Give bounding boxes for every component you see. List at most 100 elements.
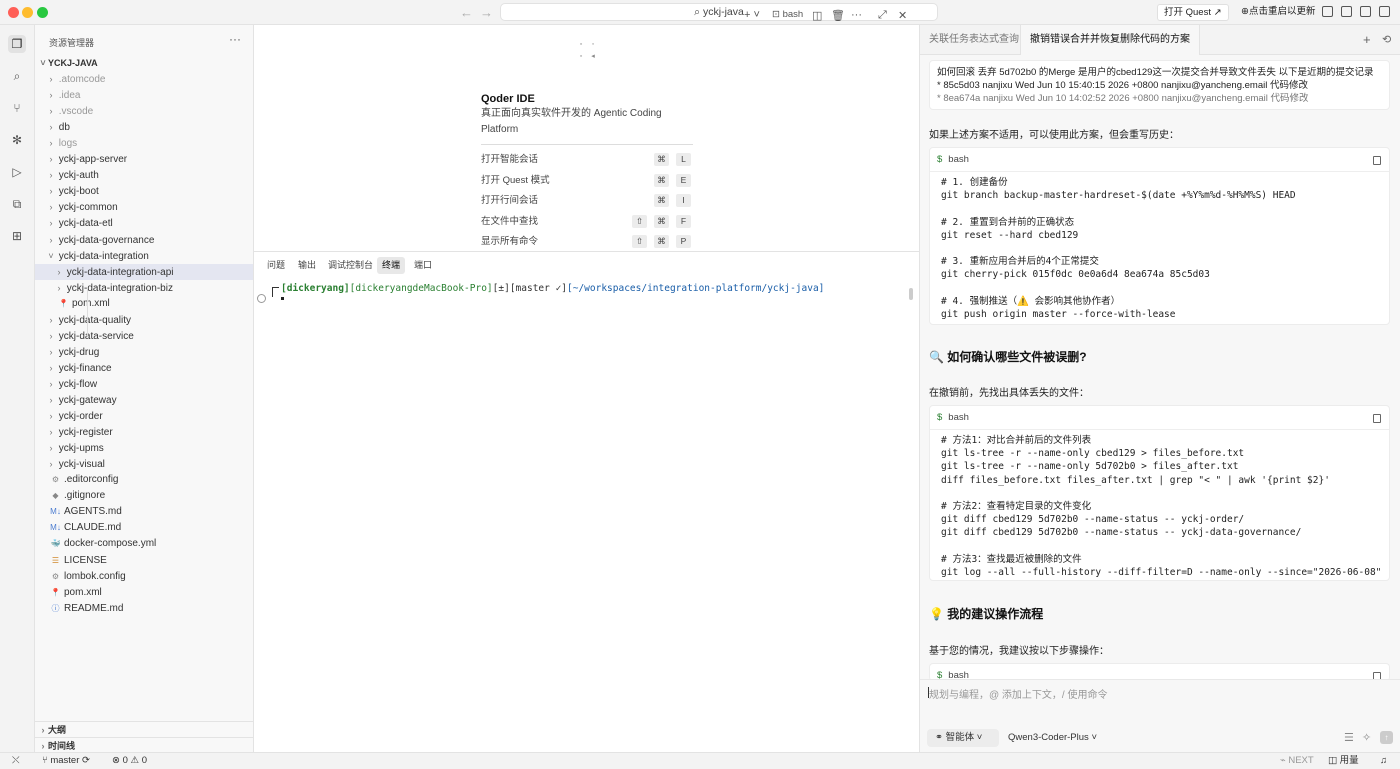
branch-status[interactable]: ⑂ master ⟳: [42, 753, 90, 769]
tree-item[interactable]: › yckj-data-etl: [35, 215, 253, 231]
warning-icon: ⚠: [130, 755, 142, 766]
panel-tab[interactable]: 问题: [262, 257, 290, 274]
search-icon[interactable]: ⌕: [8, 67, 26, 85]
tree-item[interactable]: 📍 pom.xml: [35, 296, 253, 312]
restart-update-button[interactable]: ⊕点击重启以更新: [1235, 4, 1321, 21]
terminal-scrollbar[interactable]: [909, 288, 913, 300]
terminal-prompt[interactable]: [dickeryang][dickeryangdeMacBook-Pro][±]…: [281, 283, 824, 294]
command-center-search[interactable]: ⌕ yckj-java: [500, 3, 938, 21]
tree-item[interactable]: › yckj-register: [35, 424, 253, 440]
welcome-shortcut[interactable]: 打开智能会话 ⌘ L: [481, 153, 693, 167]
maximize-window-button[interactable]: [37, 7, 48, 18]
context-icon[interactable]: ☰: [1344, 731, 1354, 744]
toggle-sidebar-icon[interactable]: [1322, 6, 1333, 17]
minimize-window-button[interactable]: [22, 7, 33, 18]
forward-arrow-icon[interactable]: →: [480, 5, 493, 20]
tree-item[interactable]: ˅ yckj-data-integration: [35, 248, 253, 264]
back-arrow-icon[interactable]: ←: [460, 5, 473, 20]
remote-icon[interactable]: ⧉: [8, 195, 26, 213]
tree-item[interactable]: ⓘ README.md: [35, 601, 253, 617]
answer-heading: 💡 我的建议操作流程: [929, 607, 1044, 621]
run-debug-icon[interactable]: ▷: [8, 163, 26, 181]
more-actions-icon[interactable]: ···: [229, 32, 241, 46]
tree-item[interactable]: 🐳 docker-compose.yml: [35, 536, 253, 552]
close-panel-icon[interactable]: ✕: [898, 9, 907, 22]
panel-tab[interactable]: 输出: [293, 257, 321, 274]
sparkle-icon[interactable]: ✧: [1362, 731, 1371, 744]
extension-gear-icon[interactable]: ✻: [8, 131, 26, 149]
panel-tab[interactable]: 端口: [409, 257, 437, 274]
chevron-right-icon: ›: [49, 411, 53, 422]
open-quest-button[interactable]: 打开 Quest ↗: [1157, 4, 1229, 21]
chat-tab-1[interactable]: 撤销错误合并并恢复删除代码的方案: [1020, 25, 1200, 55]
tree-item[interactable]: › .vscode: [35, 103, 253, 119]
toggle-secondary-sidebar-icon[interactable]: [1360, 6, 1371, 17]
next-status[interactable]: ⌁ NEXT: [1280, 753, 1314, 769]
tree-item[interactable]: ⚙ lombok.config: [35, 569, 253, 585]
tree-item[interactable]: › yckj-data-integration-biz: [35, 280, 253, 296]
tree-item[interactable]: › yckj-auth: [35, 167, 253, 183]
panel-tab[interactable]: 终端: [377, 257, 406, 274]
restart-update-label: 点击重启以更新: [1248, 6, 1316, 17]
explorer-sidebar: 资源管理器 ··· ˅ YCKJ-JAVA › .atomcode › .idea › …: [35, 25, 254, 752]
tree-item[interactable]: › yckj-finance: [35, 360, 253, 376]
tree-item[interactable]: M↓ AGENTS.md: [35, 504, 253, 520]
tree-item[interactable]: › yckj-data-service: [35, 328, 253, 344]
tree-item[interactable]: › logs: [35, 135, 253, 151]
usage-status[interactable]: ◫ 用量: [1328, 753, 1359, 769]
trash-icon[interactable]: 🗑: [831, 9, 845, 22]
tree-item[interactable]: › yckj-data-governance: [35, 232, 253, 248]
split-terminal-icon[interactable]: ◫: [812, 9, 822, 22]
more-icon[interactable]: ···: [851, 9, 862, 21]
explorer-icon[interactable]: ❐: [8, 35, 26, 53]
problems-status[interactable]: ⊗ 0 ⚠ 0: [112, 753, 147, 769]
tree-item-label: pom.xml: [72, 297, 110, 309]
tree-item[interactable]: › yckj-gateway: [35, 392, 253, 408]
welcome-shortcut[interactable]: 在文件中查找 ⇧ ⌘ F: [481, 214, 693, 229]
tree-item[interactable]: › yckj-order: [35, 408, 253, 424]
source-control-icon[interactable]: ⑂: [8, 99, 26, 117]
send-button[interactable]: ↑: [1380, 731, 1393, 744]
model-dropdown[interactable]: Qwen3-Coder-Plus ˅: [1008, 729, 1097, 747]
timeline-section[interactable]: › 时间线: [35, 737, 253, 753]
history-icon[interactable]: ⟲: [1382, 33, 1391, 46]
agent-mode-dropdown[interactable]: ⚭ 智能体 ˅: [927, 729, 999, 747]
tree-item[interactable]: › yckj-drug: [35, 344, 253, 360]
tree-item[interactable]: › yckj-app-server: [35, 151, 253, 167]
customize-layout-icon[interactable]: [1379, 6, 1390, 17]
tree-item[interactable]: ◆ .gitignore: [35, 488, 253, 504]
welcome-shortcut[interactable]: 打开行间会话 ⌘ I: [481, 194, 693, 208]
chat-tab-0[interactable]: 关联任务表达式查询: [920, 25, 1028, 55]
tree-item[interactable]: › .atomcode: [35, 71, 253, 87]
notifications-icon[interactable]: ♫: [1380, 753, 1387, 769]
new-chat-icon[interactable]: +: [1363, 32, 1371, 47]
tree-item[interactable]: M↓ CLAUDE.md: [35, 520, 253, 536]
close-window-button[interactable]: [8, 7, 19, 18]
tree-item[interactable]: › .idea: [35, 87, 253, 103]
welcome-shortcut[interactable]: 打开 Quest 模式 ⌘ E: [481, 173, 693, 188]
tree-item[interactable]: › yckj-common: [35, 199, 253, 215]
tree-item[interactable]: › db: [35, 119, 253, 135]
tree-item[interactable]: › yckj-flow: [35, 376, 253, 392]
tree-item[interactable]: ☰ LICENSE: [35, 553, 253, 569]
copy-icon[interactable]: [1373, 414, 1381, 423]
tree-item[interactable]: › yckj-upms: [35, 440, 253, 456]
terminal-shell-tab[interactable]: ⊡ bash: [772, 9, 803, 20]
toggle-panel-icon[interactable]: [1341, 6, 1352, 17]
tree-item[interactable]: › yckj-data-quality: [35, 312, 253, 328]
maximize-panel-icon[interactable]: ⤢: [878, 9, 887, 22]
copy-icon[interactable]: [1373, 156, 1381, 165]
welcome-shortcut[interactable]: 显示所有命令 ⇧ ⌘ P: [481, 235, 693, 249]
tree-root[interactable]: ˅ YCKJ-JAVA: [35, 55, 253, 71]
tree-item[interactable]: › yckj-boot: [35, 183, 253, 199]
remote-indicator-icon[interactable]: ⤬: [12, 753, 20, 769]
tree-item[interactable]: ⚙ .editorconfig: [35, 472, 253, 488]
tree-item[interactable]: 📍 pom.xml: [35, 585, 253, 601]
extensions-icon[interactable]: ⊞: [8, 227, 26, 245]
outline-section[interactable]: › 大纲: [35, 721, 253, 737]
new-terminal-icon[interactable]: + ˅: [744, 9, 760, 21]
chat-input[interactable]: 规划与编程，@ 添加上下文，/ 使用命令: [929, 686, 1108, 701]
panel-tab[interactable]: 调试控制台: [323, 257, 378, 274]
tree-item[interactable]: › yckj-data-integration-api: [35, 263, 253, 280]
tree-item[interactable]: › yckj-visual: [35, 456, 253, 472]
